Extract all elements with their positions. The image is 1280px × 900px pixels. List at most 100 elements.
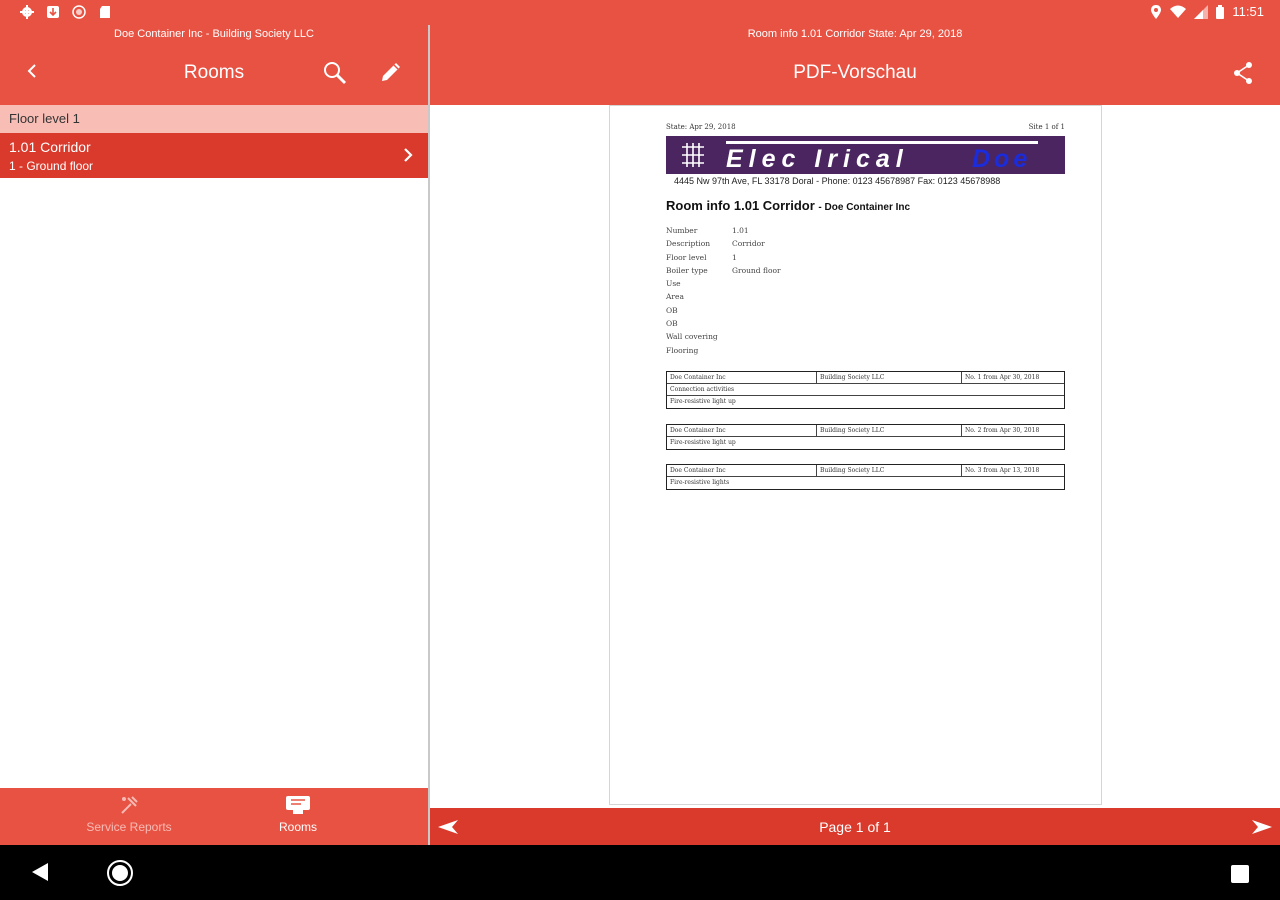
rooms-app-bar: Doe Container Inc - Building Society LLC… xyxy=(0,25,428,105)
table-note: Fire-resistive light up xyxy=(670,439,736,446)
field-value: 1 xyxy=(732,252,737,262)
service-report-table: Doe Container Inc Building Society LLC N… xyxy=(666,424,1065,450)
room-list-item[interactable]: 1.01 Corridor 1 - Ground floor xyxy=(0,133,428,178)
status-bar: 11:51 xyxy=(0,0,1280,25)
field-label: Boiler type xyxy=(666,265,708,275)
edit-icon[interactable] xyxy=(378,59,404,85)
room-fields: Number 1.01 Description Corridor Floor lev… xyxy=(666,226,781,359)
field-label: OB xyxy=(666,319,678,329)
banner-word: Elec Irical xyxy=(726,145,909,173)
field-row: Area xyxy=(666,292,781,305)
field-label: OB xyxy=(666,305,678,315)
pdf-state-date: State: Apr 29, 2018 xyxy=(666,123,736,131)
table-cell-customer: Doe Container Inc xyxy=(667,425,817,436)
service-reports-icon xyxy=(121,796,138,814)
nav-label-service-reports: Service Reports xyxy=(86,820,172,834)
service-report-table: Doe Container Inc Building Society LLC N… xyxy=(666,464,1065,490)
bottom-navigation: Service Reports Rooms xyxy=(0,788,428,845)
page-title: Rooms xyxy=(183,62,245,83)
system-status: 11:51 xyxy=(1150,4,1264,19)
room-subtitle: 1 - Ground floor xyxy=(9,159,94,173)
nav-rooms[interactable]: Rooms xyxy=(228,788,368,845)
sd-card-icon xyxy=(100,6,110,18)
table-note: Fire-resistive light up xyxy=(670,398,736,405)
table-cell-customer: Doe Container Inc xyxy=(667,465,817,476)
rooms-pane: Doe Container Inc - Building Society LLC… xyxy=(0,25,428,845)
chevron-right-icon xyxy=(404,148,413,162)
table-cell-report-no: No. 3 from Apr 13, 2018 xyxy=(965,467,1040,474)
floor-level-header: Floor level 1 xyxy=(0,105,428,133)
pdf-app-bar-subtitle: Room info 1.01 Corridor State: Apr 29, 2… xyxy=(747,28,963,40)
settings-icon xyxy=(20,5,34,19)
table-row: Doe Container Inc Building Society LLC N… xyxy=(667,372,1064,384)
field-label: Area xyxy=(666,292,684,302)
pdf-app-bar: Room info 1.01 Corridor State: Apr 29, 2… xyxy=(430,25,1280,105)
service-report-table: Doe Container Inc Building Society LLC N… xyxy=(666,371,1065,409)
field-value: Corridor xyxy=(732,239,765,249)
field-row: Floor level 1 xyxy=(666,253,781,266)
table-row: Fire-resistive lights xyxy=(667,477,1064,489)
field-row: Boiler type Ground floor xyxy=(666,266,781,279)
table-cell-building: Building Society LLC xyxy=(817,465,962,476)
battery-icon xyxy=(1216,4,1225,19)
wifi-icon xyxy=(1170,5,1187,18)
table-row: Doe Container Inc Building Society LLC N… xyxy=(667,425,1064,437)
banner-rule xyxy=(726,141,1038,144)
pdf-site-count: Site 1 of 1 xyxy=(1028,123,1065,131)
table-note: Connection activities xyxy=(670,386,735,393)
room-title: 1.01 Corridor xyxy=(9,139,91,155)
table-row: Fire-resistive light up xyxy=(667,437,1064,449)
download-icon xyxy=(47,6,59,18)
pdf-heading-subtitle: - Doe Container Inc xyxy=(818,202,911,213)
table-row: Fire-resistive light up xyxy=(667,396,1064,408)
page-indicator: Page 1 of 1 xyxy=(819,819,891,835)
back-icon[interactable] xyxy=(30,862,50,882)
field-label: Number xyxy=(666,226,698,235)
table-row: Connection activities xyxy=(667,384,1064,396)
page-navigation: Page 1 of 1 xyxy=(430,808,1280,845)
app-bar-subtitle: Doe Container Inc - Building Society LLC xyxy=(114,28,314,40)
field-label: Description xyxy=(666,239,711,249)
nav-label-rooms: Rooms xyxy=(278,820,317,834)
field-row: OB xyxy=(666,319,781,332)
home-icon[interactable] xyxy=(106,859,134,887)
table-cell-building: Building Society LLC xyxy=(817,372,962,383)
share-icon[interactable] xyxy=(1232,61,1254,85)
system-navigation-bar xyxy=(0,845,1280,900)
sync-icon xyxy=(72,5,86,19)
electrical-logo-icon xyxy=(682,143,704,167)
pdf-heading-title: Room info 1.01 Corridor xyxy=(666,198,815,213)
location-icon xyxy=(1151,4,1162,19)
nav-service-reports[interactable]: Service Reports xyxy=(44,788,214,845)
field-row: Use xyxy=(666,279,781,292)
clock: 11:51 xyxy=(1232,4,1264,19)
company-address: 4445 Nw 97th Ave, FL 33178 Doral - Phone… xyxy=(674,176,1001,186)
notification-icons xyxy=(20,5,112,19)
next-page-icon[interactable] xyxy=(1250,820,1272,834)
table-row: Doe Container Inc Building Society LLC N… xyxy=(667,465,1064,477)
field-value: 1.01 xyxy=(732,226,749,235)
recents-icon[interactable] xyxy=(1231,865,1249,883)
field-label: Floor level xyxy=(666,252,707,262)
pdf-heading: Room info 1.01 Corridor - Doe Container … xyxy=(666,198,910,213)
search-icon[interactable] xyxy=(322,60,348,86)
field-label: Wall covering xyxy=(666,332,718,342)
field-label: Flooring xyxy=(666,345,699,355)
table-cell-building: Building Society LLC xyxy=(817,425,962,436)
pdf-preview-pane: Room info 1.01 Corridor State: Apr 29, 2… xyxy=(430,25,1280,845)
table-note: Fire-resistive lights xyxy=(670,479,730,486)
signal-icon xyxy=(1194,4,1209,19)
field-value: Ground floor xyxy=(732,265,781,275)
pdf-preview-title: PDF-Vorschau xyxy=(793,62,917,83)
field-label: Use xyxy=(666,279,681,289)
table-cell-report-no: No. 2 from Apr 30, 2018 xyxy=(965,427,1040,434)
table-cell-report-no: No. 1 from Apr 30, 2018 xyxy=(965,374,1040,381)
field-row: Wall covering xyxy=(666,332,781,345)
field-row: Description Corridor xyxy=(666,239,781,252)
rooms-icon xyxy=(286,796,310,814)
field-row: Flooring xyxy=(666,346,781,359)
field-row: OB xyxy=(666,306,781,319)
pdf-page[interactable]: State: Apr 29, 2018 Site 1 of 1 Elec Iri… xyxy=(609,105,1102,805)
company-banner: Elec Irical Doe xyxy=(666,136,1065,174)
table-cell-customer: Doe Container Inc xyxy=(667,372,817,383)
